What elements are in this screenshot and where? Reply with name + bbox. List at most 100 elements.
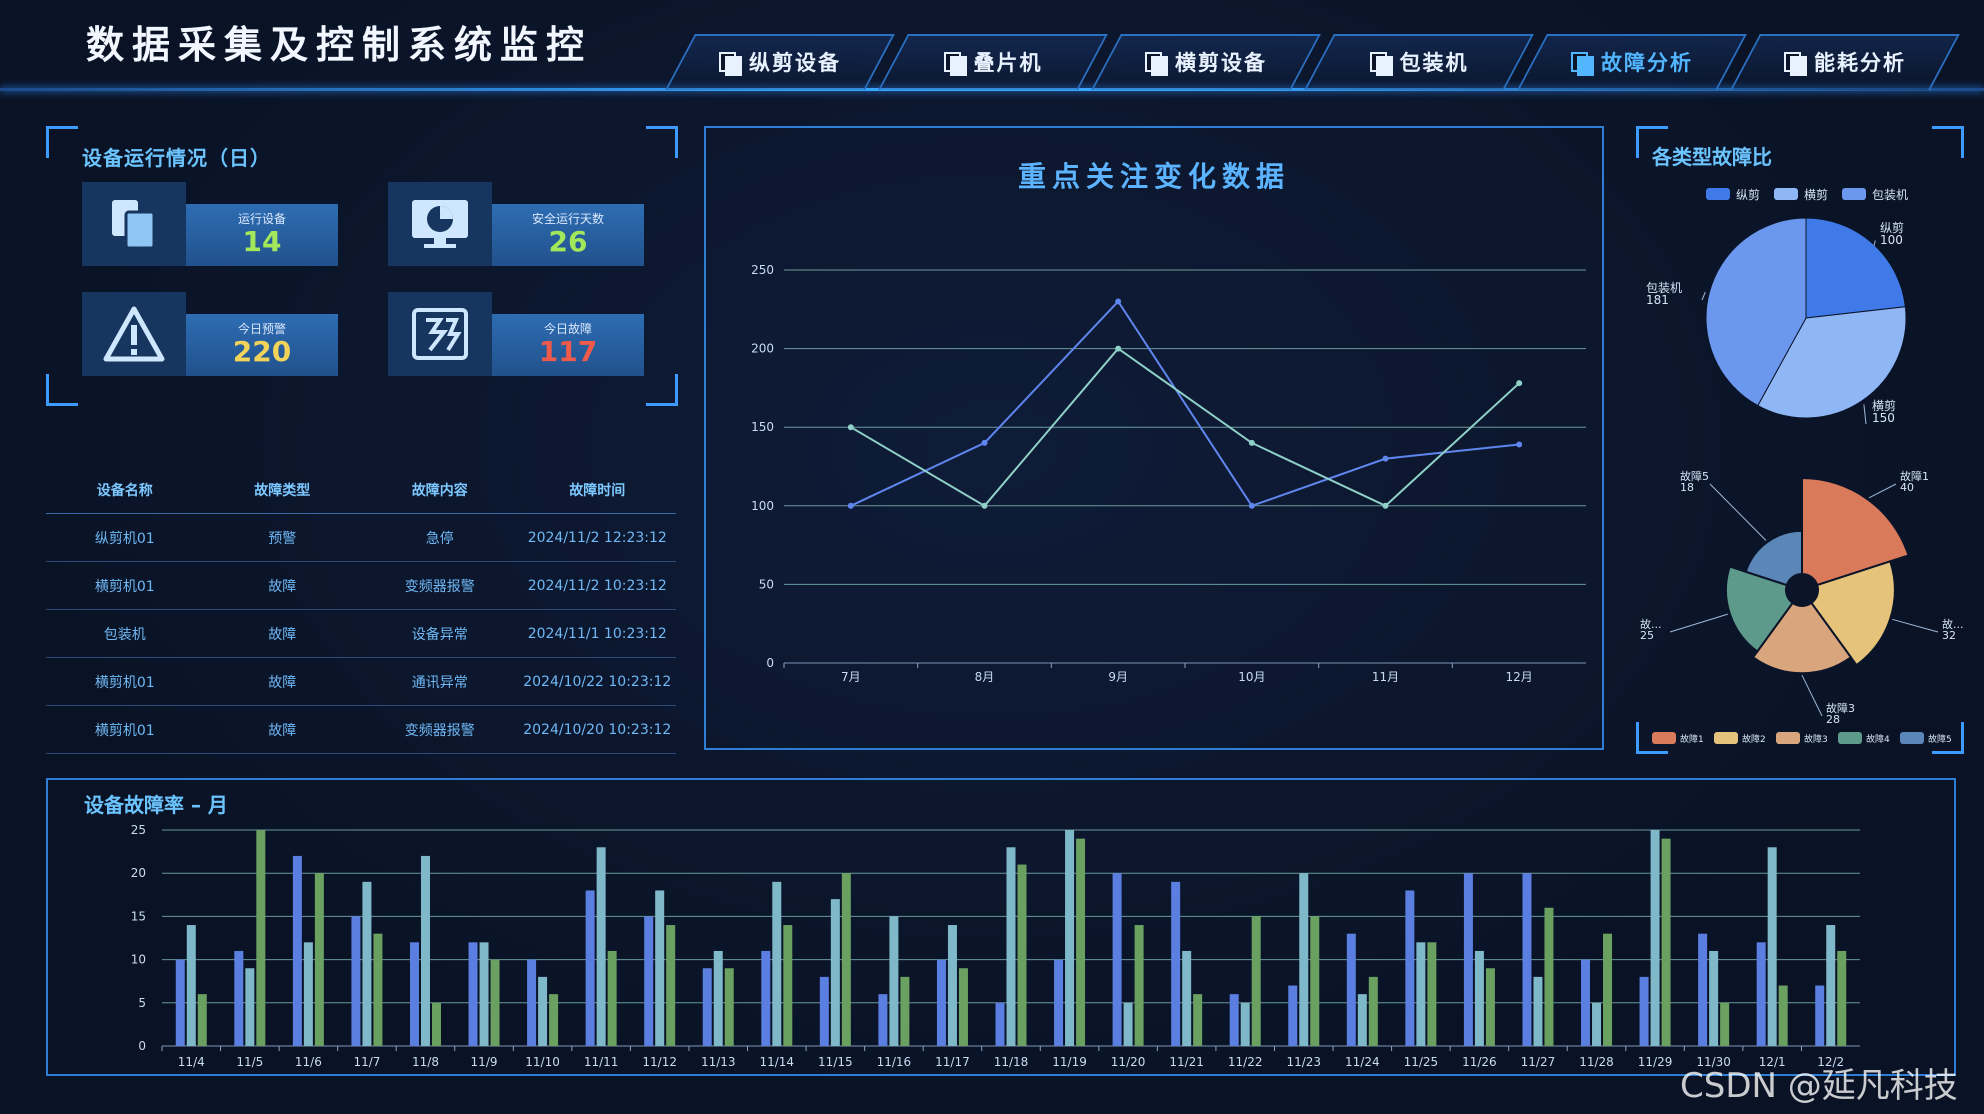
- bar[interactable]: [303, 942, 313, 1046]
- bar[interactable]: [830, 899, 840, 1046]
- bar[interactable]: [1592, 1002, 1602, 1046]
- bar[interactable]: [245, 968, 255, 1046]
- bar[interactable]: [1474, 950, 1484, 1046]
- bar[interactable]: [1603, 933, 1613, 1046]
- line-point[interactable]: [981, 439, 988, 446]
- bar[interactable]: [1065, 830, 1075, 1046]
- bar[interactable]: [819, 976, 829, 1046]
- bar[interactable]: [1650, 830, 1660, 1046]
- bar[interactable]: [549, 994, 559, 1046]
- line-point[interactable]: [1516, 380, 1523, 387]
- bar[interactable]: [889, 916, 899, 1046]
- bar[interactable]: [197, 994, 207, 1046]
- bar[interactable]: [1368, 976, 1378, 1046]
- line-point[interactable]: [1382, 455, 1389, 462]
- bar[interactable]: [1006, 847, 1016, 1046]
- bar[interactable]: [878, 994, 888, 1046]
- bar[interactable]: [585, 890, 595, 1046]
- bar[interactable]: [1299, 873, 1309, 1046]
- table-row[interactable]: 横剪机01 故障 变频器报警 2024/10/20 10:23:12: [46, 706, 676, 754]
- bar[interactable]: [1123, 1002, 1133, 1046]
- bar[interactable]: [186, 925, 196, 1046]
- bar[interactable]: [1182, 950, 1192, 1046]
- bar[interactable]: [713, 950, 723, 1046]
- bar[interactable]: [761, 950, 771, 1046]
- bar[interactable]: [900, 976, 910, 1046]
- bar[interactable]: [724, 968, 734, 1046]
- line-point[interactable]: [1248, 502, 1255, 509]
- bar[interactable]: [351, 916, 361, 1046]
- bar[interactable]: [373, 933, 383, 1046]
- bar[interactable]: [644, 916, 654, 1046]
- bar[interactable]: [1076, 838, 1086, 1046]
- nav-tab-5[interactable]: 能耗分析: [1745, 34, 1945, 90]
- bar[interactable]: [1815, 985, 1825, 1046]
- bar[interactable]: [1581, 959, 1591, 1046]
- bar[interactable]: [314, 873, 324, 1046]
- bar[interactable]: [468, 942, 478, 1046]
- nav-tab-0[interactable]: 纵剪设备: [680, 34, 880, 90]
- nav-tab-1[interactable]: 叠片机: [893, 34, 1093, 90]
- bar[interactable]: [1054, 959, 1064, 1046]
- bar[interactable]: [1709, 950, 1719, 1046]
- bar[interactable]: [1017, 864, 1027, 1046]
- line-point[interactable]: [1115, 298, 1122, 305]
- bar[interactable]: [1310, 916, 1320, 1046]
- bar[interactable]: [1485, 968, 1495, 1046]
- bar[interactable]: [409, 942, 419, 1046]
- line-point[interactable]: [1382, 502, 1389, 509]
- table-row[interactable]: 包装机 故障 设备异常 2024/11/1 10:23:12: [46, 610, 676, 658]
- bar[interactable]: [292, 855, 302, 1046]
- bar[interactable]: [1288, 985, 1298, 1046]
- bar[interactable]: [1251, 916, 1261, 1046]
- bar[interactable]: [1112, 873, 1122, 1046]
- nav-tab-4[interactable]: 故障分析: [1532, 34, 1732, 90]
- bar[interactable]: [995, 1002, 1005, 1046]
- bar[interactable]: [1405, 890, 1415, 1046]
- bar[interactable]: [1346, 933, 1356, 1046]
- line-point[interactable]: [1516, 441, 1523, 448]
- table-row[interactable]: 纵剪机01 预警 急停 2024/11/2 12:23:12: [46, 514, 676, 562]
- bar[interactable]: [596, 847, 606, 1046]
- bar[interactable]: [702, 968, 712, 1046]
- line-point[interactable]: [847, 424, 854, 431]
- table-row[interactable]: 横剪机01 故障 变频器报警 2024/11/2 10:23:12: [46, 562, 676, 610]
- table-row[interactable]: 横剪机01 故障 通讯异常 2024/10/22 10:23:12: [46, 658, 676, 706]
- line-point[interactable]: [1115, 345, 1122, 352]
- bar[interactable]: [772, 881, 782, 1046]
- bar[interactable]: [1416, 942, 1426, 1046]
- bar[interactable]: [1767, 847, 1777, 1046]
- bar[interactable]: [666, 925, 676, 1046]
- bar[interactable]: [1720, 1002, 1730, 1046]
- bar[interactable]: [841, 873, 851, 1046]
- bar[interactable]: [1229, 994, 1239, 1046]
- bar[interactable]: [479, 942, 489, 1046]
- bar[interactable]: [1639, 976, 1649, 1046]
- bar[interactable]: [607, 950, 617, 1046]
- bar[interactable]: [1240, 1002, 1250, 1046]
- line-point[interactable]: [981, 502, 988, 509]
- bar[interactable]: [783, 925, 793, 1046]
- bar[interactable]: [1826, 925, 1836, 1046]
- bar[interactable]: [1171, 881, 1181, 1046]
- bar[interactable]: [256, 830, 266, 1046]
- bar[interactable]: [420, 855, 430, 1046]
- bar[interactable]: [1661, 838, 1671, 1046]
- bar[interactable]: [362, 881, 372, 1046]
- bar[interactable]: [1357, 994, 1367, 1046]
- bar[interactable]: [1533, 976, 1543, 1046]
- bar[interactable]: [1837, 950, 1847, 1046]
- bar[interactable]: [175, 959, 185, 1046]
- bar[interactable]: [527, 959, 537, 1046]
- bar[interactable]: [538, 976, 548, 1046]
- nav-tab-2[interactable]: 横剪设备: [1106, 34, 1306, 90]
- bar[interactable]: [234, 950, 244, 1046]
- bar[interactable]: [1463, 873, 1473, 1046]
- bar[interactable]: [1756, 942, 1766, 1046]
- line-point[interactable]: [1248, 439, 1255, 446]
- bar[interactable]: [1522, 873, 1532, 1046]
- bar[interactable]: [655, 890, 665, 1046]
- bar[interactable]: [1427, 942, 1437, 1046]
- bar[interactable]: [1193, 994, 1203, 1046]
- nav-tab-3[interactable]: 包装机: [1319, 34, 1519, 90]
